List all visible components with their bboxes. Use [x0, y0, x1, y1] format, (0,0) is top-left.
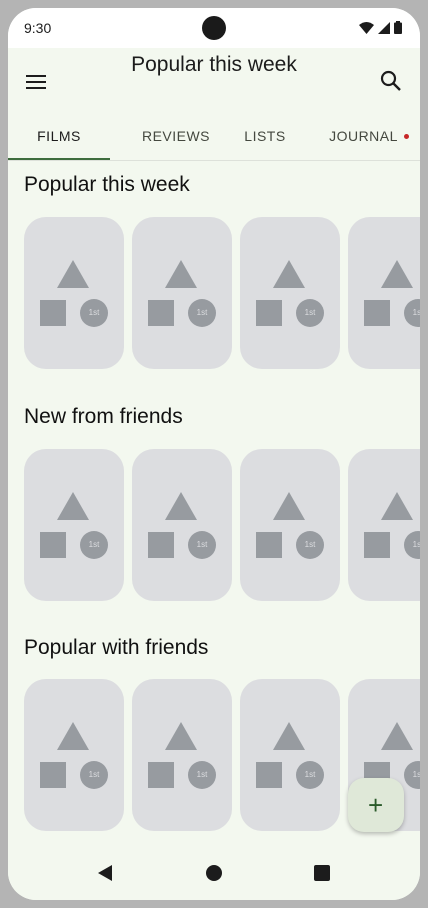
section-title-popular-this-week: Popular this week — [24, 173, 190, 196]
square-icon — [256, 300, 282, 326]
square-icon — [256, 532, 282, 558]
square-icon — [364, 532, 390, 558]
triangle-icon — [273, 260, 305, 288]
film-card[interactable]: 1st — [24, 679, 124, 831]
rank-badge: 1st — [80, 531, 108, 559]
tab-films[interactable]: FILMS — [8, 120, 110, 160]
status-time: 9:30 — [24, 20, 52, 36]
tab-indicator — [8, 158, 110, 160]
film-card[interactable]: 1st — [240, 217, 340, 369]
triangle-icon — [381, 722, 413, 750]
back-icon[interactable] — [98, 865, 112, 881]
tab-lists[interactable]: LISTS — [214, 120, 316, 160]
triangle-icon — [57, 722, 89, 750]
triangle-icon — [381, 492, 413, 520]
section-title-new-from-friends: New from friends — [24, 405, 183, 428]
home-icon[interactable] — [206, 865, 222, 881]
plus-icon: + — [368, 790, 384, 820]
wifi-icon — [359, 21, 374, 34]
tab-label: FILMS — [37, 128, 81, 144]
card-row: 1st 1st 1st 1st — [24, 217, 420, 369]
tab-label: REVIEWS — [141, 128, 211, 144]
triangle-icon — [165, 260, 197, 288]
menu-button[interactable] — [24, 70, 48, 94]
rank-badge: 1st — [296, 299, 324, 327]
film-card[interactable]: 1st — [348, 217, 420, 369]
search-icon — [380, 70, 401, 91]
triangle-icon — [273, 722, 305, 750]
triangle-icon — [165, 492, 197, 520]
square-icon — [256, 762, 282, 788]
rank-badge: 1st — [404, 531, 420, 559]
square-icon — [148, 762, 174, 788]
film-card[interactable]: 1st — [132, 679, 232, 831]
page-title: Popular this week — [131, 53, 297, 76]
recents-icon[interactable] — [314, 865, 330, 881]
rank-badge: 1st — [188, 531, 216, 559]
rank-badge: 1st — [188, 761, 216, 789]
phone-screen: 9:30 Popular this week FILMS REVIEWS LIS… — [8, 8, 420, 900]
film-card[interactable]: 1st — [240, 679, 340, 831]
square-icon — [148, 532, 174, 558]
square-icon — [40, 762, 66, 788]
rank-badge: 1st — [80, 761, 108, 789]
camera-cutout — [202, 16, 226, 40]
film-card[interactable]: 1st — [348, 449, 420, 601]
rank-badge: 1st — [80, 299, 108, 327]
triangle-icon — [57, 260, 89, 288]
triangle-icon — [381, 260, 413, 288]
triangle-icon — [165, 722, 197, 750]
film-card[interactable]: 1st — [24, 217, 124, 369]
square-icon — [148, 300, 174, 326]
section-title-popular-with-friends: Popular with friends — [24, 636, 209, 659]
film-card[interactable]: 1st — [132, 217, 232, 369]
square-icon — [364, 300, 390, 326]
film-card[interactable]: 1st — [24, 449, 124, 601]
triangle-icon — [273, 492, 305, 520]
system-nav-bar — [8, 848, 420, 900]
rank-badge: 1st — [404, 299, 420, 327]
status-icons — [359, 21, 402, 34]
film-card[interactable]: 1st — [132, 449, 232, 601]
add-button[interactable]: + — [348, 778, 404, 832]
square-icon — [40, 532, 66, 558]
tab-label: JOURNAL — [329, 128, 398, 144]
rank-badge: 1st — [296, 531, 324, 559]
triangle-icon — [57, 492, 89, 520]
tab-bar: FILMS REVIEWS LISTS JOURNAL — [8, 120, 420, 161]
signal-icon — [378, 21, 390, 34]
rank-badge: 1st — [404, 761, 420, 789]
status-bar: 9:30 — [8, 8, 420, 48]
film-card[interactable]: 1st — [240, 449, 340, 601]
tab-label: LISTS — [244, 128, 286, 144]
card-row: 1st 1st 1st 1st — [24, 449, 420, 601]
search-button[interactable] — [378, 68, 404, 94]
top-app-bar: Popular this week — [8, 48, 420, 120]
notification-dot — [403, 134, 409, 139]
rank-badge: 1st — [188, 299, 216, 327]
rank-badge: 1st — [296, 761, 324, 789]
battery-icon — [394, 21, 402, 34]
square-icon — [40, 300, 66, 326]
tab-journal[interactable]: JOURNAL — [318, 120, 420, 160]
